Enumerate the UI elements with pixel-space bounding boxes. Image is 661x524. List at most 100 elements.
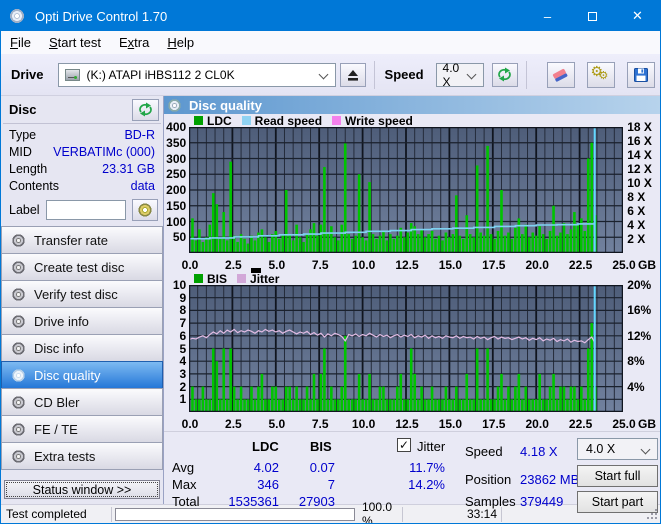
tick-label: 20.0 [525,258,549,272]
sidebar-item-cd-bler[interactable]: CD Bler [1,388,163,416]
tick-label: 400 [166,120,187,134]
stats-panel: LDC BIS ✓ Jitter Avg 4.02 0.07 11.7% Max… [164,431,660,513]
chart2-y-axis-left: 10 9 8 7 6 5 4 3 2 1 [164,279,189,417]
chevron-down-icon [640,444,651,455]
disc-contents-value: data [130,179,155,193]
tick-label: 2.5 [225,417,242,431]
chart1-x-axis: 0.0 2.5 5.0 7.5 10.0 12.5 15.0 17.5 20.0 22.5 25.0… [164,258,660,272]
write-label-button[interactable] [131,199,158,221]
tick-label: 10.0 [351,258,376,272]
resize-grip[interactable] [646,508,658,520]
tick-label: 8 X [627,190,646,204]
sidebar-item-create-test-disc[interactable]: Create test disc [1,253,163,281]
panel-title-text: Disc quality [189,97,262,113]
settings-button[interactable]: ⚙ ⚙ [586,61,615,88]
tick-label: 0.0 [181,417,199,431]
sidebar-item-drive-info[interactable]: Drive info [1,307,163,335]
tick-label: 8 [179,303,187,318]
refresh-icon [498,67,511,82]
tick-label: 0.0 [181,258,199,272]
sidebar-item-transfer-rate[interactable]: Transfer rate [1,226,163,254]
tick-label: 8% [627,354,645,369]
menu-extra[interactable]: Extra [110,33,158,52]
ldc-chart-row: 400 350 300 250 200 150 100 50 18 X 16 X 14 X 12 X… [164,121,660,258]
window-title: Opti Drive Control 1.70 [35,8,168,24]
tick-label: 50 [172,230,187,245]
disc-panel-title: Disc [9,102,37,117]
menu-start-test[interactable]: Start test [40,33,110,52]
total-ldc-value: 1535361 [228,494,279,509]
tick-label: 250 [166,167,187,182]
disc-info: Type BD-R MID VERBATIMc (000) Length 23.… [1,124,163,196]
tick-label: 3 [179,366,187,381]
tick-label: 12% [627,328,652,343]
tick-label: 6 X [627,204,646,218]
tick-label: 5.0 [268,417,286,431]
max-bis-value: 7 [327,477,335,492]
marker [251,268,261,273]
speed-stat-label: Speed [465,444,503,459]
sidebar-item-extra-tests[interactable]: Extra tests [1,442,163,470]
refresh-disc-button[interactable] [132,98,159,121]
tick-label: 4% [627,379,645,394]
axis-unit-label: GB [638,258,656,272]
tick-label: 10.0 [351,417,376,431]
ldc-chart [187,126,624,258]
drive-select[interactable]: (K:) ATAPI iHBS112 2 CL0K [57,62,336,87]
menubar: File Start test Extra Help [1,31,660,54]
speed-select[interactable]: 4.0 X [435,61,484,89]
tick-label: 25.0 [612,417,636,431]
disc-label-row: Label [1,196,163,227]
disc-icon [168,98,181,112]
bis-column-header: BIS [310,439,332,454]
jitter-checkbox[interactable]: ✓ [397,438,411,452]
chevron-down-icon [466,69,476,79]
tick-label: 6 [179,328,187,343]
position-stat-label: Position [465,472,512,487]
chart1-y-axis-right: 18 X 16 X 14 X 12 X 10 X8 X6 X4 X2 X [623,121,660,258]
tick-label: 22.5 [568,258,593,272]
start-full-button[interactable]: Start full [577,465,658,487]
status-text: Test completed [6,507,87,521]
menu-help[interactable]: Help [158,33,203,52]
sidebar-item-fe-te[interactable]: FE / TE [1,415,163,443]
tick-label: 100 [166,214,187,229]
close-button[interactable]: ✕ [615,1,660,31]
disc-icon [12,314,25,328]
label-input[interactable] [45,200,126,220]
samples-stat-label: Samples [465,494,516,509]
tick-label: 200 [166,183,187,197]
tick-label: 16% [627,303,652,318]
disc-icon [12,449,25,463]
disc-contents-label: Contents [9,179,60,193]
status-window-button[interactable]: Status window >> [4,480,160,499]
tick-label: 15.0 [438,417,463,431]
toolbar: Drive (K:) ATAPI iHBS112 2 CL0K Speed 4.… [1,54,660,96]
disc-panel-header: Disc [1,96,163,123]
erase-disc-button[interactable] [546,61,575,88]
read-speed-legend-label: Read speed [254,113,323,128]
tick-label: 18 X [627,120,652,134]
maximize-button[interactable] [570,1,615,31]
tick-label: 20.0 [525,417,549,431]
tick-label: 7 [179,316,187,331]
panel-header: Disc quality [164,96,660,114]
total-bis-value: 27903 [298,494,335,509]
sidebar: Disc Type BD-R MID VERBATIMc (000) Lengt… [1,96,163,504]
save-button[interactable] [626,61,655,88]
sidebar-nav: Transfer rate Create test disc Verify te… [1,226,163,470]
test-speed-select[interactable]: 4.0 X [577,438,658,460]
refresh-speed-button[interactable] [491,62,518,87]
total-row-label: Total [172,494,200,509]
sidebar-item-verify-test-disc[interactable]: Verify test disc [1,280,163,308]
speed-label: Speed [384,67,424,82]
sidebar-item-disc-quality[interactable]: Disc quality [1,361,163,389]
cd-icon [137,203,152,217]
sidebar-item-disc-info[interactable]: Disc info [1,334,163,362]
max-row-label: Max [172,477,197,492]
menu-file[interactable]: File [1,33,40,52]
avg-row-label: Avg [172,460,195,475]
minimize-button[interactable]: – [525,1,570,31]
eject-button[interactable] [339,62,366,87]
